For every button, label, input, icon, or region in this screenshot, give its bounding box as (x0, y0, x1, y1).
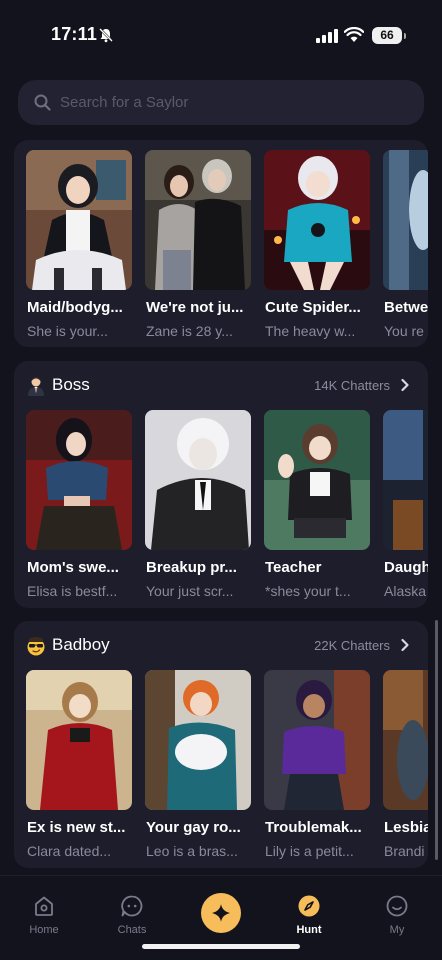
card-subtitle: She is your... (27, 323, 108, 339)
scrollbar[interactable] (435, 620, 438, 860)
card-subtitle: *shes your t... (265, 583, 351, 599)
character-image-couple (145, 150, 251, 290)
character-image-gay-roommate (145, 670, 251, 810)
card-title: Cute Spider... (265, 299, 361, 316)
section-header[interactable]: Boss 14K Chatters (14, 361, 428, 411)
chevron-right-icon[interactable] (400, 378, 410, 392)
card-subtitle: Alaska (384, 583, 427, 599)
card-title: Maid/bodyg... (27, 299, 123, 316)
character-image-daughter (383, 410, 428, 550)
nav-label: Chats (117, 924, 147, 936)
card-title: Mom's swe... (27, 559, 119, 576)
character-image-lesbian (383, 670, 428, 810)
chat-bubble-icon (121, 895, 143, 917)
card-subtitle: The heavy w... (265, 323, 356, 339)
section-title: Badboy (52, 635, 110, 654)
character-card[interactable]: Maid/bodyg... She is your... (26, 150, 132, 339)
nav-my[interactable]: My (367, 894, 427, 936)
search-icon (34, 94, 51, 111)
section-header[interactable]: Badboy 22K Chatters (14, 621, 428, 671)
character-card[interactable]: Your gay ro... Leo is a bras... (145, 670, 251, 859)
card-title: Lesbia (384, 819, 428, 836)
character-image-maid (26, 150, 132, 290)
character-image-teacher (264, 410, 370, 550)
card-title: We're not ju... (146, 299, 244, 316)
card-title: Your gay ro... (146, 819, 241, 836)
home-icon (35, 896, 53, 916)
card-title: Teacher (265, 559, 322, 576)
nav-label: Home (29, 924, 59, 936)
character-card[interactable]: Ex is new st... Clara dated... (26, 670, 132, 859)
card-subtitle: Clara dated... (27, 843, 112, 859)
nav-home[interactable]: Home (14, 894, 74, 936)
character-image-mom (26, 410, 132, 550)
chevron-right-icon[interactable] (400, 638, 410, 652)
character-card[interactable]: Daugh Alaska (383, 410, 428, 599)
home-indicator (142, 944, 300, 949)
character-card[interactable]: We're not ju... Zane is 28 y... (145, 150, 251, 339)
character-image-spider (264, 150, 370, 290)
man-in-suit-icon (28, 377, 44, 396)
character-card[interactable]: Mom's swe... Elisa is bestf... (26, 410, 132, 599)
nav-chats[interactable]: Chats (102, 894, 162, 936)
card-subtitle: Zane is 28 y... (146, 323, 233, 339)
nav-label: Hunt (296, 924, 322, 936)
card-title: Daugh (384, 559, 428, 576)
card-subtitle: Lily is a petit... (265, 843, 354, 859)
character-card[interactable]: Cute Spider... The heavy w... (264, 150, 370, 339)
status-time: 17:11 (51, 24, 98, 44)
card-subtitle: Your just scr... (146, 583, 234, 599)
smiley-face-icon (386, 895, 408, 917)
nav-hunt[interactable]: Hunt (279, 894, 339, 936)
card-subtitle: Leo is a bras... (146, 843, 238, 859)
search-bar[interactable] (18, 80, 424, 125)
search-input[interactable] (60, 80, 400, 125)
compass-icon (298, 895, 320, 917)
featured-section: Maid/bodyg... She is your... We're not j… (14, 140, 428, 347)
chatter-count[interactable]: 14K Chatters (314, 378, 390, 393)
status-bar: 17:11 66 (0, 0, 442, 70)
category-section-badboy: Badboy 22K Chatters Ex is new st... Clar… (14, 621, 428, 868)
card-subtitle: Elisa is bestf... (27, 583, 118, 599)
card-subtitle: You re (384, 323, 424, 339)
character-card[interactable]: Lesbia Brandi (383, 670, 428, 859)
character-card[interactable]: Teacher *shes your t... (264, 410, 370, 599)
card-title: Troublemak... (265, 819, 362, 836)
chatter-count[interactable]: 22K Chatters (314, 638, 390, 653)
wifi-icon (344, 27, 364, 42)
sparkle-icon (212, 904, 230, 922)
battery-indicator: 66 (372, 27, 406, 44)
section-title: Boss (52, 375, 90, 394)
nav-label: My (389, 924, 405, 936)
card-subtitle: Brandi (384, 843, 425, 859)
character-image-troublemaker (264, 670, 370, 810)
category-section-boss: Boss 14K Chatters Mom's swe... Elisa is … (14, 361, 428, 608)
bell-muted-icon (99, 28, 113, 43)
character-image-between (383, 150, 428, 290)
character-image-ex (26, 670, 132, 810)
signal-icon (316, 29, 338, 43)
smirk-sunglasses-icon (27, 637, 45, 656)
card-title: Ex is new st... (27, 819, 126, 836)
card-title: Betwe (384, 299, 428, 316)
character-card[interactable]: Breakup pr... Your just scr... (145, 410, 251, 599)
character-card[interactable]: Betwe You re (383, 150, 428, 339)
character-image-breakup (145, 410, 251, 550)
character-card[interactable]: Troublemak... Lily is a petit... (264, 670, 370, 859)
create-button[interactable] (201, 893, 241, 933)
card-title: Breakup pr... (146, 559, 237, 576)
